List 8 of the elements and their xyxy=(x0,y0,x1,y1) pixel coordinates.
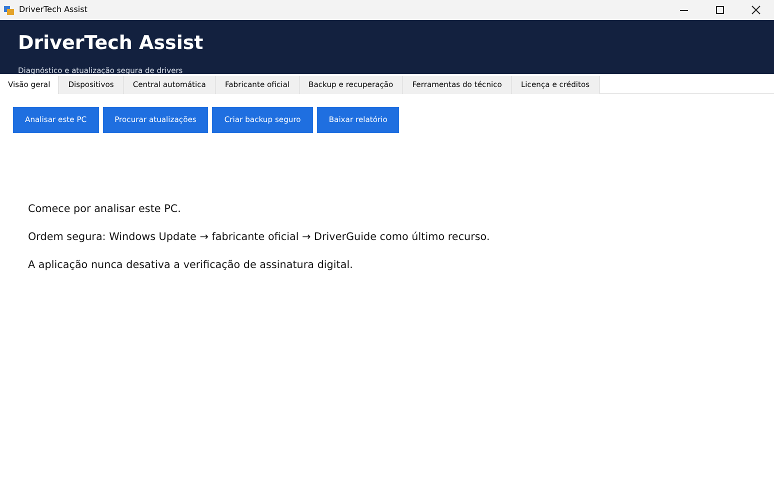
info-text: Ordem segura: Windows Update → fabricante oficial → DriverGuide como último recurso. xyxy=(28,231,490,243)
info-text: Comece por analisar este PC. xyxy=(28,203,181,215)
window-title: DriverTech Assist xyxy=(19,4,88,16)
info-text: A aplicação nunca desativa a verificação de assinatura digital. xyxy=(28,259,353,271)
maximize-icon[interactable] xyxy=(715,5,725,15)
close-icon[interactable] xyxy=(751,5,761,15)
app-title: DriverTech Assist xyxy=(18,32,204,54)
app-icon xyxy=(4,5,14,15)
